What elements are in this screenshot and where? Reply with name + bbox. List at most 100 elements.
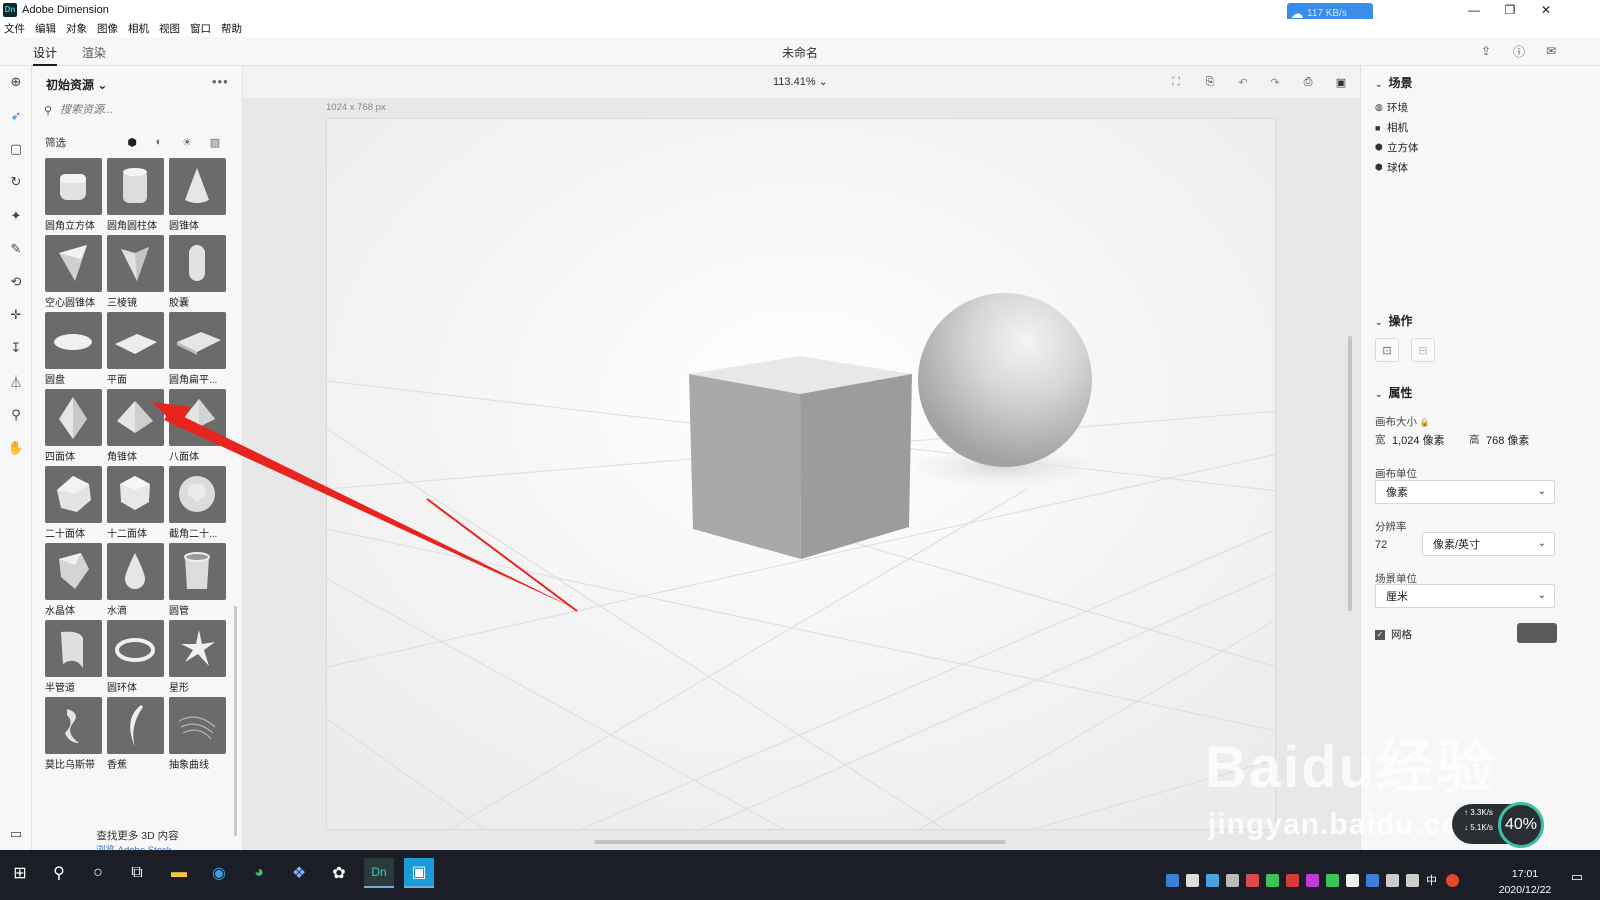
asset-search[interactable]: ⚲ xyxy=(44,100,232,120)
render-preview-icon[interactable]: ▣ xyxy=(1333,74,1349,90)
rotate-tool-icon[interactable]: ↻ xyxy=(6,172,26,192)
asset-panel-title[interactable]: 初始资源 ⌄ xyxy=(46,76,107,93)
wechat-icon[interactable]: ◕ xyxy=(244,858,274,888)
magic-wand-icon[interactable]: ✦ xyxy=(6,206,26,226)
fit-view-icon[interactable]: ⛶ xyxy=(1168,74,1184,90)
camera-bookmark-icon[interactable]: ⎘ xyxy=(1202,74,1218,90)
grid-color-swatch[interactable] xyxy=(1517,623,1557,643)
asset-tile-disc[interactable]: 圆盘 xyxy=(45,312,102,386)
asset-tile-hollow-cone[interactable]: 空心圆锥体 xyxy=(45,235,102,309)
scene-item-sphere[interactable]: ⬢ 球体 xyxy=(1375,160,1408,175)
tray-mic-icon[interactable] xyxy=(1226,874,1239,887)
width-field[interactable]: 1,024 像素 xyxy=(1392,432,1445,448)
frame-tool-icon[interactable]: ▢ xyxy=(6,139,26,159)
asset-tile-mobius[interactable]: 莫比乌斯带 xyxy=(45,697,102,771)
close-button[interactable]: ✕ xyxy=(1528,0,1564,19)
scene-item-environment[interactable]: ◍ 环境 xyxy=(1375,100,1408,115)
undo-icon[interactable]: ↶ xyxy=(1235,74,1251,90)
resolution-field[interactable]: 72 xyxy=(1375,539,1387,551)
fit-to-canvas-button[interactable]: ⊡ xyxy=(1375,338,1399,362)
canvas-hscrollbar[interactable] xyxy=(594,840,1006,844)
snipping-tool-icon[interactable]: ▣ xyxy=(404,858,434,888)
select-tool-icon[interactable]: ➶ xyxy=(6,106,26,126)
pan-tool-icon[interactable]: ✛ xyxy=(6,305,26,325)
search-icon[interactable]: ⚲ xyxy=(44,858,74,888)
asset-tile-prism[interactable]: 三棱镜 xyxy=(107,235,164,309)
resolution-unit-select[interactable]: 像素/英寸 ⌄ xyxy=(1422,532,1555,556)
add-icon[interactable]: ⊕ xyxy=(6,72,26,92)
match-perspective-button[interactable]: ⊟ xyxy=(1411,338,1435,362)
cube-object[interactable] xyxy=(689,356,912,559)
asset-tile-water-drop[interactable]: 水滴 xyxy=(107,543,164,617)
tray-app-icon[interactable] xyxy=(1186,874,1199,887)
sphere-object[interactable] xyxy=(918,293,1092,467)
asset-tile-star[interactable]: 星形 xyxy=(169,620,226,694)
tray-wifi-icon[interactable] xyxy=(1386,874,1399,887)
asset-tile-rounded-cube[interactable]: 圆角立方体 xyxy=(45,158,102,232)
actions-section-title[interactable]: ⌄ 操作 xyxy=(1375,312,1413,329)
hand-icon[interactable]: ✋ xyxy=(6,438,26,458)
tray-sogou-icon[interactable] xyxy=(1446,874,1459,887)
dimension-taskbar-icon[interactable]: Dn xyxy=(364,858,394,888)
lock-icon[interactable]: 🔒 xyxy=(1420,418,1430,427)
3d-viewport[interactable] xyxy=(326,118,1276,830)
menu-file[interactable]: 文件 xyxy=(4,21,25,36)
app-icon[interactable]: ❖ xyxy=(284,858,314,888)
horizon-tool-icon[interactable]: ⏃ xyxy=(6,371,26,391)
tray-shield-icon[interactable] xyxy=(1366,874,1379,887)
minimize-button[interactable]: — xyxy=(1456,0,1492,19)
asset-tile-tetrahedron[interactable]: 四面体 xyxy=(45,389,102,463)
menu-image[interactable]: 图像 xyxy=(97,21,118,36)
notification-icon[interactable]: ▭ xyxy=(1562,862,1592,892)
menu-help[interactable]: 帮助 xyxy=(221,21,242,36)
scene-section-title[interactable]: ⌄ 场景 xyxy=(1375,74,1413,91)
asset-tile-octahedron[interactable]: 八面体 xyxy=(169,389,226,463)
image-filter-icon[interactable]: ▨ xyxy=(208,135,222,149)
search-input[interactable] xyxy=(60,104,220,116)
asset-tile-crystal[interactable]: 水晶体 xyxy=(45,543,102,617)
menu-window[interactable]: 窗口 xyxy=(190,21,211,36)
camera-icon[interactable]: ⎙ xyxy=(1300,74,1316,90)
more-options-icon[interactable]: ••• xyxy=(212,74,229,89)
asset-tile-plane[interactable]: 平面 xyxy=(107,312,164,386)
asset-tile-capsule[interactable]: 胶囊 xyxy=(169,235,226,309)
tray-red-icon[interactable] xyxy=(1286,874,1299,887)
browser-icon[interactable]: ◉ xyxy=(204,858,234,888)
ime-indicator[interactable]: 中 xyxy=(1426,872,1437,888)
asset-tile-rounded-flat[interactable]: 圆角扁平... xyxy=(169,312,226,386)
asset-tile-cone[interactable]: 圆锥体 xyxy=(169,158,226,232)
scene-unit-select[interactable]: 厘米 ⌄ xyxy=(1375,584,1555,608)
speed-widget[interactable]: ↑ 3.3K/s ↓ 5.1K/s 40% xyxy=(1452,802,1550,848)
asset-tile-icosahedron[interactable]: 二十面体 xyxy=(45,466,102,540)
tray-qq-icon[interactable] xyxy=(1346,874,1359,887)
tray-volume-icon[interactable] xyxy=(1406,874,1419,887)
cortana-icon[interactable]: ○ xyxy=(83,858,113,888)
height-field[interactable]: 768 像素 xyxy=(1486,432,1529,448)
file-explorer-icon[interactable]: ▬ xyxy=(164,858,194,888)
asset-tile-banana[interactable]: 香蕉 xyxy=(107,697,164,771)
scene-item-cube[interactable]: ⬢ 立方体 xyxy=(1375,140,1419,155)
sample-tool-icon[interactable]: ✎ xyxy=(6,239,26,259)
zoom-icon[interactable]: ⚲ xyxy=(6,405,26,425)
properties-section-title[interactable]: ⌄ 属性 xyxy=(1375,384,1413,401)
dolly-tool-icon[interactable]: ↧ xyxy=(6,338,26,358)
panel-toggle-icon[interactable]: ▭ xyxy=(6,824,26,844)
asset-tile-abstract-curves[interactable]: 抽象曲线 xyxy=(169,697,226,771)
share-icon[interactable]: ⇪ xyxy=(1478,43,1494,59)
asset-tile-truncated-icosahedron[interactable]: 截角二十... xyxy=(169,466,226,540)
asset-tile-rounded-cylinder[interactable]: 圆角圆柱体 xyxy=(107,158,164,232)
menu-object[interactable]: 对象 xyxy=(66,21,87,36)
menu-edit[interactable]: 编辑 xyxy=(35,21,56,36)
tray-purple-icon[interactable] xyxy=(1306,874,1319,887)
tray-3d-icon[interactable] xyxy=(1166,874,1179,887)
asset-tile-tube[interactable]: 圆管 xyxy=(169,543,226,617)
menu-view[interactable]: 视图 xyxy=(159,21,180,36)
help-icon[interactable]: ⓘ xyxy=(1511,43,1527,59)
asset-tile-pyramid[interactable]: 角锥体 xyxy=(107,389,164,463)
scene-item-camera[interactable]: ■ 相机 xyxy=(1375,120,1408,135)
orbit-tool-icon[interactable]: ⟲ xyxy=(6,272,26,292)
model-filter-icon[interactable]: ⬢ xyxy=(125,135,139,149)
feedback-icon[interactable]: ✉ xyxy=(1543,43,1559,59)
checkbox-checked-icon[interactable]: ✓ xyxy=(1375,629,1385,640)
asset-tile-torus[interactable]: 圆环体 xyxy=(107,620,164,694)
